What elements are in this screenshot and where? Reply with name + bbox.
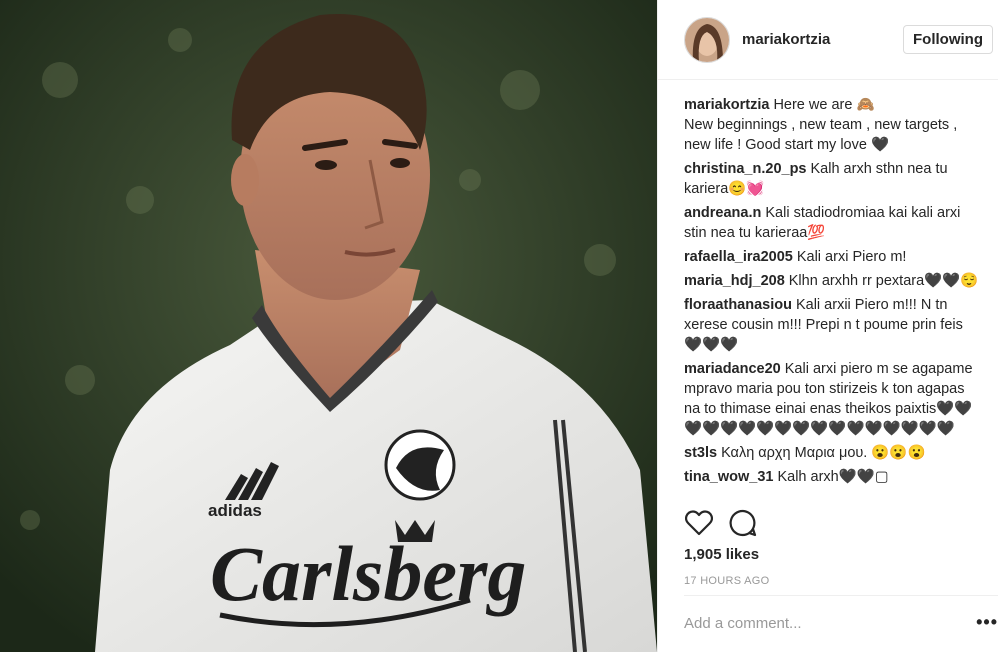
comment-author[interactable]: mariadance20 [684, 361, 781, 377]
comment-item: christina_n.20_ps Kalh arxh sthn nea tu k… [684, 159, 986, 199]
comment-author[interactable]: rafaella_ira2005 [684, 249, 793, 265]
comment-item: maria_hdj_208 Klhn arxhh rr pextara🖤🖤😌 [684, 271, 986, 291]
comment-item: st3ls Καλη αρχη Μαρια μου. 😮😮😮 [684, 443, 986, 463]
comment-text: stin nea tu karieraa💯 [684, 225, 826, 241]
comment-text: Here we are 🙈 [773, 97, 875, 113]
comment-icon[interactable] [728, 508, 758, 538]
post-header: mariakortzia Following [658, 0, 998, 80]
comment-text: kariera😊💓 [684, 181, 765, 197]
comment-author[interactable]: maria_hdj_208 [684, 273, 785, 289]
comment-author[interactable]: tina_wow_31 [684, 469, 773, 485]
username-link[interactable]: mariakortzia [742, 31, 903, 48]
comment-item: mariadance20 Kali arxi piero m se agapame… [684, 359, 986, 439]
post-actions [684, 508, 758, 538]
comment-text: new life ! Good start my love 🖤 [684, 137, 890, 153]
comment-item: floraathanasiou Kali arxii Piero m!!! N t… [684, 295, 986, 355]
comment-text: Kali arxii Piero m!!! N tn [795, 297, 948, 313]
comment-text: na to thimase einai enas theikos paixtis… [684, 401, 973, 417]
comment-text: Kali arxi piero m se agapame [784, 361, 973, 377]
comment-author[interactable]: andreana.n [684, 205, 761, 221]
comment-text: 🖤🖤🖤 [684, 337, 739, 353]
comment-item: tina_wow_31 Kalh arxh🖤🖤▢ [684, 467, 986, 487]
heart-icon[interactable] [684, 508, 714, 538]
comment-item: rafaella_ira2005 Kali arxi Piero m! [684, 247, 986, 267]
avatar-image [685, 17, 729, 62]
comment-text: Καλη αρχη Μαρια μου. 😮😮😮 [721, 445, 926, 461]
following-button[interactable]: Following [903, 25, 993, 54]
post-timestamp[interactable]: 17 HOURS AGO [684, 575, 770, 587]
comment-author[interactable]: st3ls [684, 445, 717, 461]
comment-text: Kalh arxh sthn nea tu [810, 161, 948, 177]
more-options-icon[interactable]: ••• [976, 612, 998, 633]
avatar[interactable] [684, 16, 730, 63]
comment-text: Kali arxi Piero m! [796, 249, 907, 265]
comment-author[interactable]: christina_n.20_ps [684, 161, 807, 177]
comment-text: New beginnings , new team , new targets … [684, 117, 958, 133]
comment-text: Kali stadiodromiaa kai kali arxi [765, 205, 961, 221]
comment-author[interactable]: mariakortzia [684, 97, 769, 113]
likes-count[interactable]: 1,905 likes [684, 546, 759, 563]
caption: mariakortzia Here we are 🙈 New beginnings… [684, 95, 986, 155]
football-player-photo: adidas Carlsberg [0, 0, 657, 652]
divider [684, 595, 998, 596]
post-photo[interactable]: adidas Carlsberg [0, 0, 657, 652]
add-comment-input[interactable] [684, 611, 954, 636]
comment-text: mpravo maria pou ton stirizeis k ton aga… [684, 381, 965, 397]
instagram-post: adidas Carlsberg mariakortzia Following … [0, 0, 1004, 652]
svg-text:Carlsberg: Carlsberg [210, 530, 526, 617]
post-side-panel: mariakortzia Following mariakortzia Here … [657, 0, 1004, 652]
comment-text: Kalh arxh🖤🖤▢ [777, 469, 889, 485]
comment-text: Klhn arxhh rr pextara🖤🖤😌 [788, 273, 979, 289]
comment-item: andreana.n Kali stadiodromiaa kai kali ar… [684, 203, 986, 243]
comment-author[interactable]: floraathanasiou [684, 297, 792, 313]
comments-list[interactable]: mariakortzia Here we are 🙈 New beginnings… [684, 95, 986, 495]
comment-text: 🖤🖤🖤🖤🖤🖤🖤🖤🖤🖤🖤🖤🖤🖤🖤 [684, 421, 955, 437]
svg-text:adidas: adidas [208, 501, 262, 520]
comment-text: xerese cousin m!!! Prepi n t poume prin … [684, 317, 963, 333]
